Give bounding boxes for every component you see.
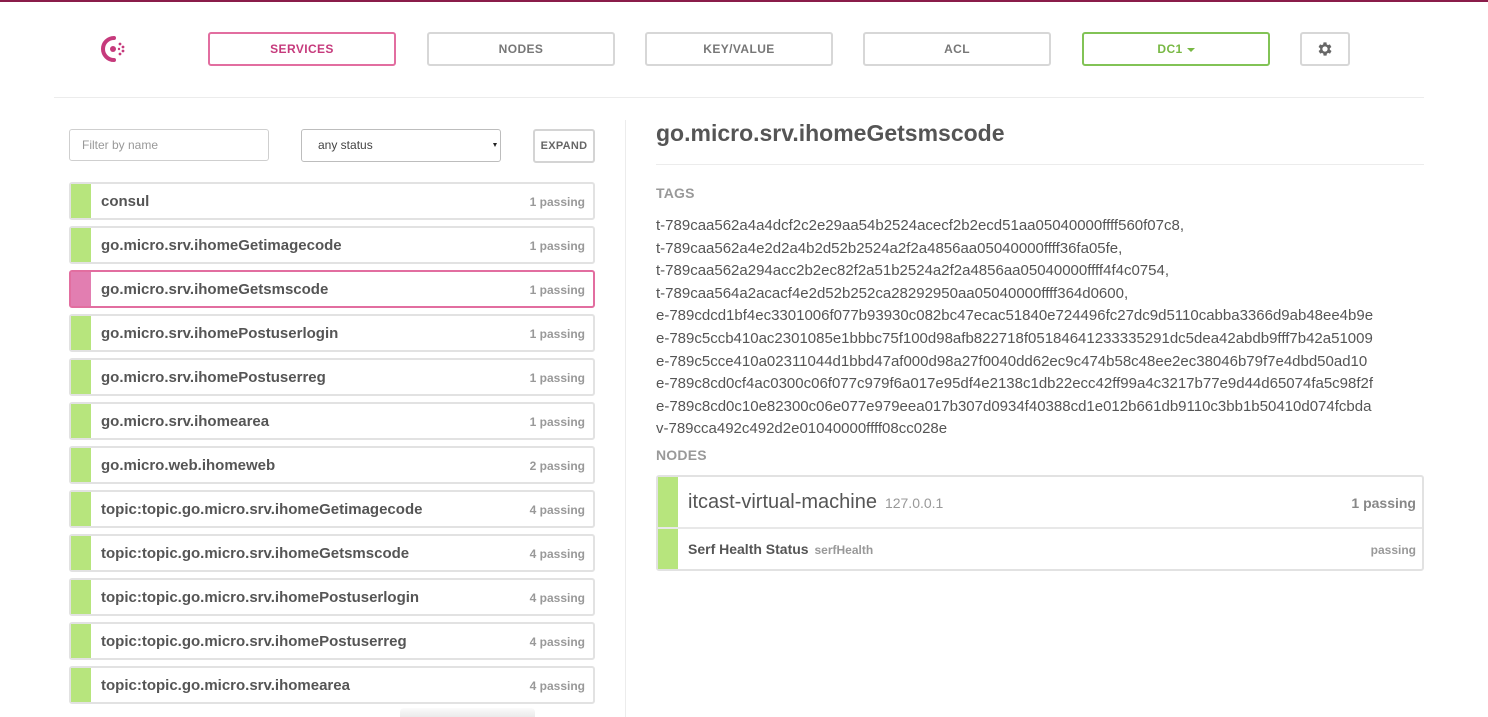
service-name: consul	[101, 193, 150, 210]
service-row[interactable]: go.micro.srv.ihomePostuserreg 1 passing	[69, 358, 595, 396]
service-row[interactable]: topic:topic.go.micro.srv.ihomearea 4 pass…	[69, 666, 595, 704]
service-name: go.micro.srv.ihomearea	[101, 413, 270, 430]
service-status: 4 passing	[529, 635, 585, 649]
nodes-heading: NODES	[656, 446, 707, 463]
service-status: 4 passing	[529, 503, 585, 517]
service-row[interactable]: topic:topic.go.micro.srv.ihomeGetimageco…	[69, 490, 595, 528]
health-check-row[interactable]: Serf Health Status serfHealth passing	[658, 528, 1422, 569]
service-row[interactable]: go.micro.srv.ihomePostuserlogin 1 passing	[69, 314, 595, 352]
service-row[interactable]: go.micro.srv.ihomearea 1 passing	[69, 402, 595, 440]
check-name: Serf Health Status serfHealth	[688, 540, 874, 557]
health-indicator	[71, 536, 91, 570]
service-name: topic:topic.go.micro.srv.ihomePostuserre…	[101, 633, 407, 650]
node-card: itcast-virtual-machine 127.0.0.1 1 passin…	[656, 474, 1424, 571]
tag-item: v-789cca492c492d2e01040000ffff08cc028e	[656, 420, 948, 438]
service-row-selected[interactable]: go.micro.srv.ihomeGetsmscode 1 passing	[69, 270, 595, 308]
health-indicator	[71, 668, 91, 702]
service-name: topic:topic.go.micro.srv.ihomePostuserlo…	[101, 589, 420, 606]
service-name: go.micro.srv.ihomePostuserlogin	[101, 325, 339, 342]
node-address: 127.0.0.1	[884, 494, 944, 511]
header-divider	[54, 97, 1424, 98]
health-indicator	[71, 492, 91, 526]
health-indicator	[71, 580, 91, 614]
health-indicator	[71, 360, 91, 394]
service-name: go.micro.srv.ihomeGetsmscode	[101, 281, 329, 298]
health-indicator	[71, 624, 91, 658]
service-row[interactable]: topic:topic.go.micro.srv.ihomePostuserre…	[69, 622, 595, 660]
health-indicator	[658, 528, 678, 569]
service-row[interactable]: go.micro.srv.ihomeGetimagecode 1 passing	[69, 226, 595, 264]
health-indicator	[658, 476, 678, 527]
service-name: topic:topic.go.micro.srv.ihomeGetimageco…	[101, 501, 423, 518]
service-status: 4 passing	[529, 591, 585, 605]
service-row[interactable]: topic:topic.go.micro.srv.ihomeGetsmscode…	[69, 534, 595, 572]
tag-list: t-789caa562a4a4dcf2c2e29aa54b2524acecf2b…	[656, 215, 1424, 441]
health-indicator	[71, 228, 91, 262]
service-row[interactable]: topic:topic.go.micro.srv.ihomePostuserlo…	[69, 578, 595, 616]
status-filter-select[interactable]: any status	[301, 129, 501, 162]
settings-button[interactable]	[1300, 32, 1350, 66]
health-indicator	[71, 404, 91, 438]
nav-acl-button[interactable]: ACL	[863, 32, 1051, 66]
service-status: 1 passing	[529, 283, 585, 297]
nav-keyvalue-button[interactable]: KEY/VALUE	[645, 32, 833, 66]
check-status: passing	[1370, 542, 1416, 557]
health-indicator	[71, 448, 91, 482]
check-id: serfHealth	[814, 542, 874, 557]
health-indicator	[71, 316, 91, 350]
expand-button[interactable]: EXPAND	[533, 129, 595, 163]
health-indicator	[71, 184, 91, 218]
tag-item: t-789caa562a4a4dcf2c2e29aa54b2524acecf2b…	[656, 217, 1184, 234]
tag-item: e-789c5ccb410ac2301085e1bbbc75f100d98afb…	[656, 329, 1373, 347]
status-filter-value: any status	[318, 138, 373, 152]
service-status: 4 passing	[529, 679, 585, 693]
service-status: 1 passing	[529, 415, 585, 429]
service-row[interactable]: consul 1 passing	[69, 182, 595, 220]
gear-icon	[1318, 42, 1332, 56]
tag-item: t-789caa562a4e2d2a4b2d52b2524a2f2a4856aa…	[656, 239, 1123, 257]
consul-logo-icon[interactable]	[98, 34, 130, 64]
filter-by-name-input[interactable]	[69, 129, 269, 161]
nav-services-button[interactable]: SERVICES	[208, 32, 396, 66]
service-name: topic:topic.go.micro.srv.ihomeGetsmscode	[101, 545, 410, 562]
tag-item: e-789c8cd0cf4ac0300c06f077c979f6a017e95d…	[656, 375, 1374, 393]
node-status: 1 passing	[1351, 494, 1416, 511]
datacenter-label: DC1	[1157, 42, 1183, 56]
tag-item: e-789c8cd0c10e82300c06e077e979eea017b307…	[656, 397, 1372, 415]
datacenter-dropdown[interactable]: DC1	[1082, 32, 1270, 66]
tag-item: e-789cdcd1bf4ec3301006f077b93930c082bc47…	[656, 307, 1374, 325]
scroll-shadow	[400, 708, 535, 717]
service-status: 1 passing	[529, 371, 585, 385]
service-status: 2 passing	[529, 459, 585, 473]
service-detail-panel: go.micro.srv.ihomeGetsmscode TAGS t-789c…	[656, 117, 1424, 571]
column-divider	[625, 120, 626, 717]
service-name: topic:topic.go.micro.srv.ihomearea	[101, 677, 350, 694]
node-row[interactable]: itcast-virtual-machine 127.0.0.1 1 passin…	[658, 476, 1422, 529]
tag-item: e-789c5cce410a02311044d1bbd47af000d98a27…	[656, 352, 1368, 370]
tag-item: t-789caa564a2acacf4e2d52b252ca28292950aa…	[656, 284, 1129, 302]
service-status: 1 passing	[529, 195, 585, 209]
service-status: 1 passing	[529, 327, 585, 341]
service-row[interactable]: go.micro.web.ihomeweb 2 passing	[69, 446, 595, 484]
tag-item: t-789caa562a294acc2b2ec82f2a51b2524a2f2a…	[656, 262, 1169, 280]
service-status: 4 passing	[529, 547, 585, 561]
nav-nodes-button[interactable]: NODES	[427, 32, 615, 66]
service-name: go.micro.web.ihomeweb	[101, 457, 276, 474]
service-detail-title: go.micro.srv.ihomeGetsmscode	[656, 120, 1005, 146]
service-name: go.micro.srv.ihomePostuserreg	[101, 369, 326, 386]
tags-heading: TAGS	[656, 185, 695, 201]
select-arrow-icon	[493, 143, 497, 147]
chevron-down-icon	[1186, 47, 1195, 52]
service-status: 1 passing	[529, 239, 585, 253]
node-name: itcast-virtual-machine 127.0.0.1	[688, 490, 944, 513]
detail-divider	[656, 164, 1424, 165]
health-indicator	[71, 272, 91, 306]
service-name: go.micro.srv.ihomeGetimagecode	[101, 237, 342, 254]
service-list: consul 1 passing go.micro.srv.ihomeGetima…	[69, 182, 595, 710]
